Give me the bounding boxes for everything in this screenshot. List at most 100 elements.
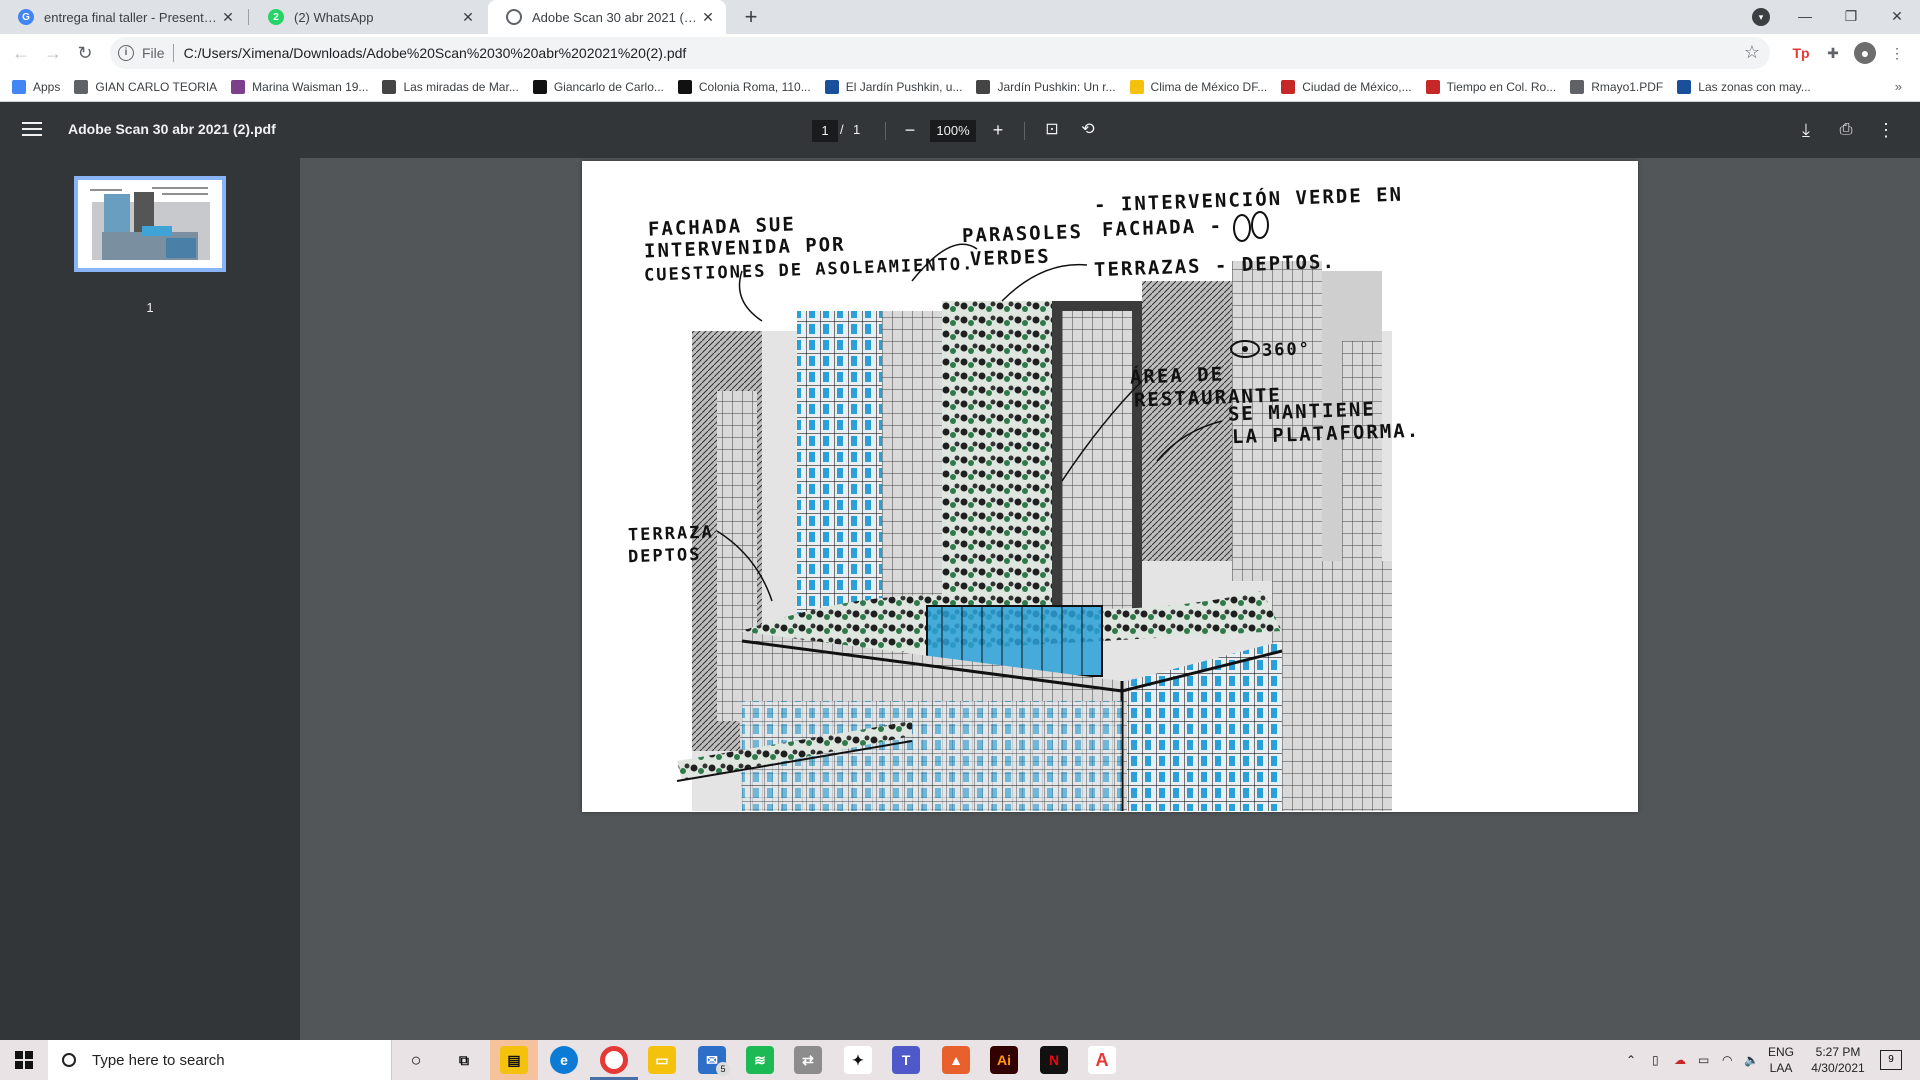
zoom-input[interactable]: 100%	[930, 120, 976, 142]
sticky-notes-icon[interactable]: ▤	[500, 1046, 528, 1074]
toolbar-divider	[1024, 122, 1025, 140]
bookmark-label: Apps	[33, 79, 61, 94]
edge-icon[interactable]: e	[550, 1046, 578, 1074]
bookmark-item[interactable]: Jardín Pushkin: Un r...	[976, 79, 1116, 94]
minimize-icon[interactable]: —	[1782, 0, 1828, 34]
tray-chevron-icon[interactable]: ⌃	[1626, 1040, 1636, 1080]
new-tab-button[interactable]: +	[738, 4, 764, 30]
bookmark-item[interactable]: Giancarlo de Carlo...	[532, 79, 664, 94]
tab-whatsapp[interactable]: 2 (2) WhatsApp ✕	[250, 0, 486, 34]
bookmark-item[interactable]: Las zonas con may...	[1677, 79, 1811, 94]
feather-icon	[382, 79, 397, 94]
bookmark-item[interactable]: El Jardín Pushkin, u...	[824, 79, 962, 94]
reload-icon[interactable]: ↻	[72, 40, 98, 66]
volume-icon[interactable]: 🔈	[1744, 1040, 1759, 1080]
bookmark-item[interactable]: Apps	[12, 79, 61, 94]
bookmark-item[interactable]: Colonia Roma, 110...	[677, 79, 811, 94]
page-thumbnail[interactable]	[74, 176, 226, 272]
back-icon[interactable]: ←	[8, 40, 34, 66]
cortana-icon[interactable]: ○	[402, 1046, 430, 1074]
page-number-input[interactable]: 1	[812, 120, 838, 142]
bookmark-label: Colonia Roma, 110...	[698, 79, 811, 94]
bookmark-item[interactable]: Las miradas de Mar...	[382, 79, 519, 94]
bookmark-label: Giancarlo de Carlo...	[553, 79, 664, 94]
annotation-parasoles-2: VERDES	[969, 245, 1051, 271]
fit-page-icon[interactable]: ⊡	[1040, 118, 1064, 142]
bookmark-label: Las zonas con may...	[1698, 79, 1811, 94]
bookmark-item[interactable]: Ciudad de México,...	[1281, 79, 1412, 94]
bookmark-label: Las miradas de Mar...	[403, 79, 519, 94]
tab-pdf-active[interactable]: Adobe Scan 30 abr 2021 (2).pdf ✕	[488, 0, 726, 34]
netflix-icon[interactable]: N	[1040, 1046, 1068, 1074]
globe-icon	[1570, 79, 1585, 94]
puzzle-extensions-icon[interactable]: ✚	[1822, 42, 1844, 64]
mail-badge: 5	[716, 1062, 730, 1076]
pdf-toolbar: Adobe Scan 30 abr 2021 (2).pdf 1 / 1 − 1…	[0, 102, 1920, 158]
tab-divider	[248, 9, 249, 25]
tab-strip: G entrega final taller - Presentación ✕ …	[0, 0, 1920, 34]
thumbnail-sidebar: 1	[0, 158, 300, 1040]
acrobat-icon[interactable]: A	[1088, 1046, 1116, 1074]
taskbar-search-input[interactable]: Type here to search	[48, 1040, 392, 1080]
chrome-icon[interactable]	[600, 1046, 628, 1074]
clock-date: 4/30/2021	[1811, 1061, 1865, 1075]
bookmark-item[interactable]: Rmayo1.PDF	[1570, 79, 1663, 94]
clock-time: 5:27 PM	[1815, 1045, 1861, 1059]
address-bar[interactable]: i File C:/Users/Ximena/Downloads/Adobe%2…	[110, 37, 1770, 69]
pdf-viewport[interactable]: FACHADA SUE INTERVENIDA POR CUESTIONES D…	[300, 158, 1920, 1040]
bookmark-star-icon[interactable]: ☆	[1744, 42, 1760, 63]
tray-device-icon[interactable]: ▯	[1652, 1040, 1659, 1080]
url-text[interactable]: C:/Users/Ximena/Downloads/Adobe%20Scan%2…	[184, 45, 687, 61]
bookmark-item[interactable]: Clima de México DF...	[1129, 79, 1267, 94]
bookmark-item[interactable]: Tiempo en Col. Ro...	[1425, 79, 1556, 94]
rotate-icon[interactable]: ⟲	[1076, 118, 1100, 142]
info-icon[interactable]: i	[118, 45, 134, 61]
kebab-menu-icon[interactable]: ⋮	[1886, 42, 1908, 64]
illustrator-icon[interactable]: Ai	[990, 1046, 1018, 1074]
zoom-in-icon[interactable]: +	[986, 118, 1010, 142]
close-window-icon[interactable]: ✕	[1874, 0, 1920, 34]
tab-presentation[interactable]: G entrega final taller - Presentación ✕	[0, 0, 246, 34]
teams-icon[interactable]: T	[892, 1046, 920, 1074]
wifi-icon[interactable]: ◠	[1722, 1040, 1732, 1080]
bookmark-item[interactable]: GIAN CARLO TEORIA	[74, 79, 217, 94]
language-indicator[interactable]: ENG LAA	[1768, 1044, 1794, 1076]
translate-extension-icon[interactable]: Tp	[1790, 42, 1812, 64]
profile-avatar[interactable]: ●	[1854, 42, 1876, 64]
forward-icon[interactable]: →	[40, 40, 66, 66]
bookmark-item[interactable]: Marina Waisman 19...	[231, 79, 368, 94]
close-icon[interactable]: ✕	[220, 9, 236, 26]
restore-icon[interactable]: ❐	[1828, 0, 1874, 34]
tray-cloud-icon[interactable]: ☁	[1674, 1040, 1686, 1080]
network-app-icon[interactable]: ⇄	[794, 1046, 822, 1074]
close-icon[interactable]: ✕	[700, 9, 716, 26]
page-separator: /	[840, 122, 844, 137]
spotify-icon[interactable]: ≋	[746, 1046, 774, 1074]
close-icon[interactable]: ✕	[460, 9, 476, 26]
pdf-title: Adobe Scan 30 abr 2021 (2).pdf	[68, 121, 276, 137]
file-explorer-icon[interactable]: ▭	[648, 1046, 676, 1074]
toolbar-divider	[885, 122, 886, 140]
apps-grid-icon	[12, 79, 26, 94]
notifications-icon[interactable]: 9	[1880, 1050, 1902, 1070]
annotation-terraza-left-2: DEPTOS	[627, 544, 702, 568]
annotation-360: 360°	[1261, 339, 1312, 361]
rhino-icon[interactable]: ✦	[844, 1046, 872, 1074]
more-options-icon[interactable]: ⋮	[1874, 118, 1898, 142]
thumbnail-page-number: 1	[146, 300, 154, 315]
task-view-icon[interactable]: ⧉	[450, 1046, 478, 1074]
d-icon	[1677, 79, 1692, 94]
globe-icon	[506, 9, 522, 25]
zoom-out-icon[interactable]: −	[898, 118, 922, 142]
windows-start-button[interactable]	[0, 1040, 48, 1080]
download-icon[interactable]: ⤓	[1794, 118, 1818, 142]
print-icon[interactable]: ⎙	[1834, 118, 1858, 142]
language-code: ENG	[1768, 1045, 1795, 1059]
url-scheme: File	[142, 45, 165, 61]
system-clock[interactable]: 5:27 PM 4/30/2021	[1800, 1044, 1876, 1076]
battery-icon[interactable]: ▭	[1698, 1040, 1709, 1080]
bookmarks-overflow-icon[interactable]: »	[1895, 79, 1902, 94]
tab-search-icon[interactable]: ▾	[1752, 8, 1770, 26]
hamburger-menu-icon[interactable]	[22, 119, 42, 139]
sketchup-icon[interactable]: ▲	[942, 1046, 970, 1074]
